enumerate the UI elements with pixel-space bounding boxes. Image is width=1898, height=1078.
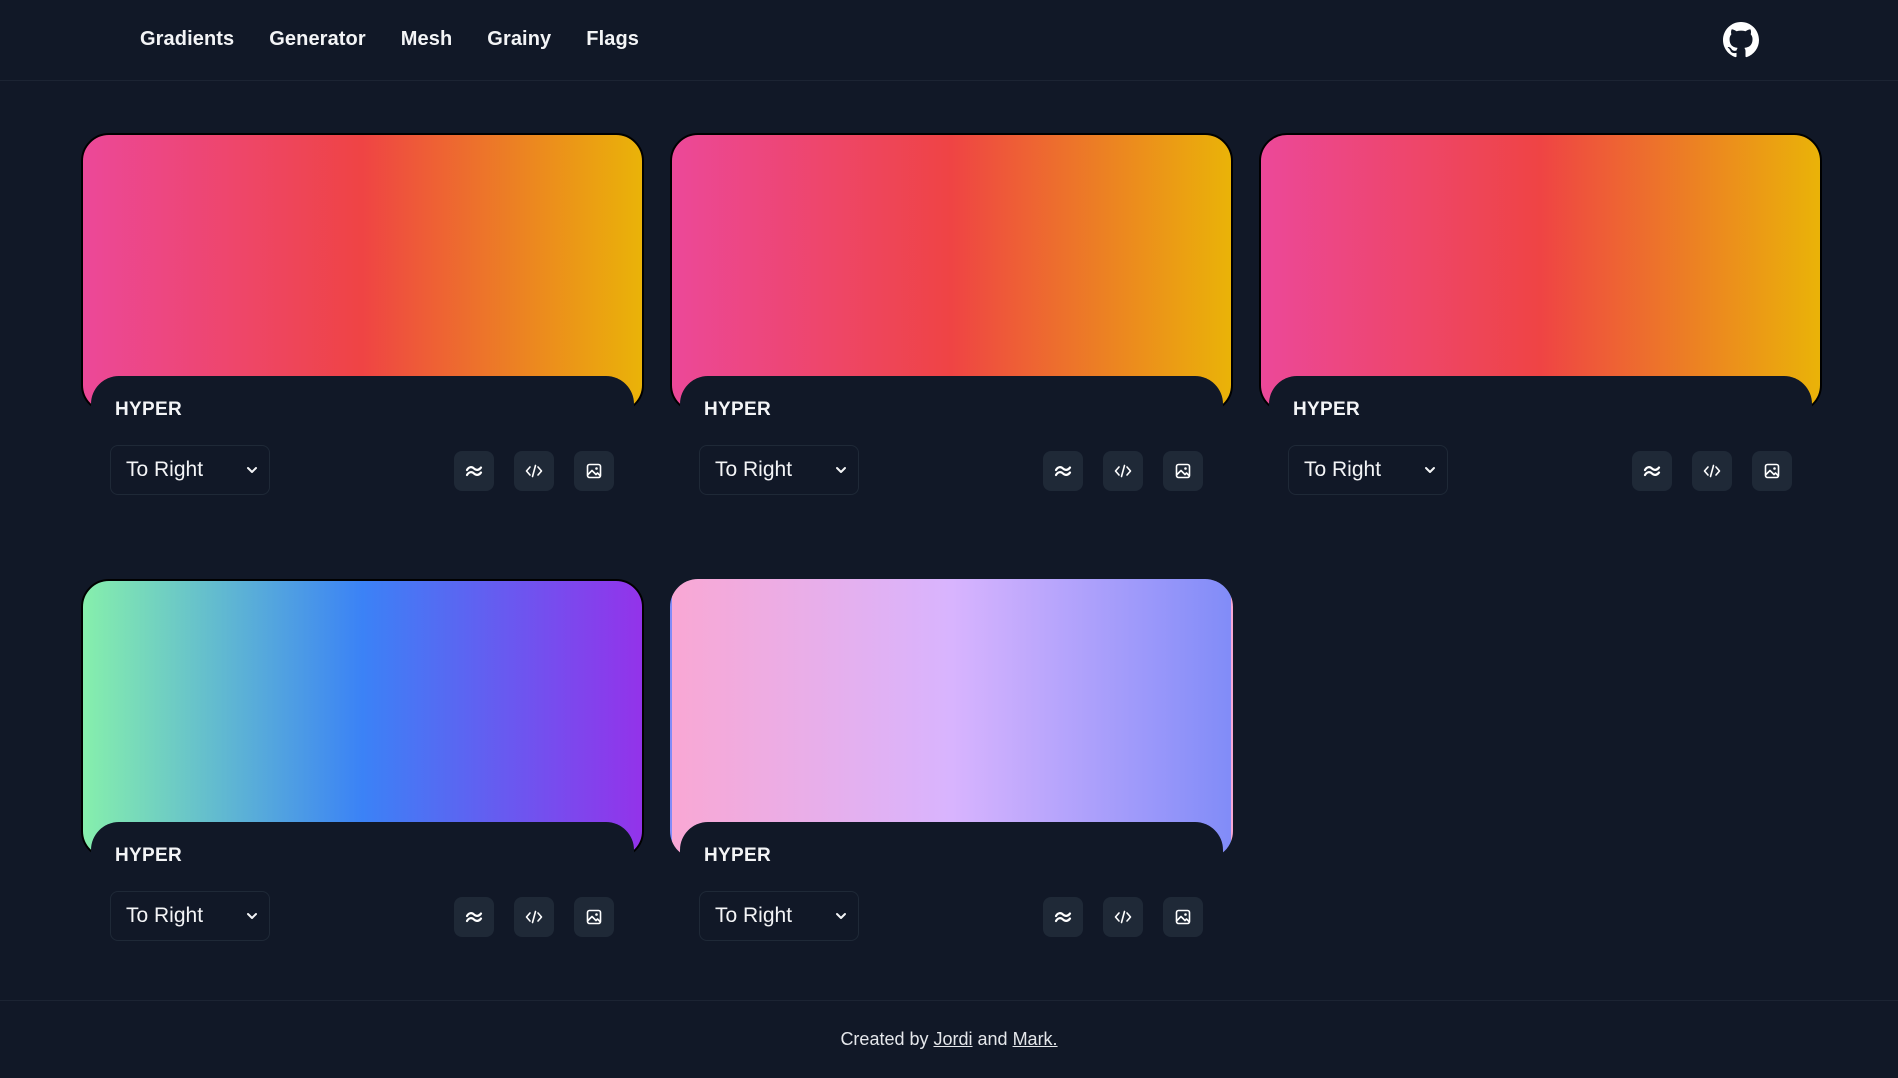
- code-icon: [525, 910, 543, 924]
- gradient-preview[interactable]: [1259, 133, 1822, 413]
- copy-tailwind-button[interactable]: [1043, 897, 1083, 937]
- nav-generator-link[interactable]: Generator: [269, 28, 366, 51]
- direction-value: To Right: [715, 458, 793, 481]
- gradient-card: HYPER To Right: [670, 579, 1233, 941]
- code-icon: [1114, 464, 1132, 478]
- download-image-button[interactable]: [574, 897, 614, 937]
- gradient-card: HYPER To Right: [1259, 133, 1822, 495]
- image-icon: [586, 463, 602, 479]
- copy-tailwind-button[interactable]: [454, 451, 494, 491]
- chevron-down-icon: [247, 913, 257, 919]
- chevron-down-icon: [836, 913, 846, 919]
- image-icon: [1175, 463, 1191, 479]
- tailwind-icon: [1643, 466, 1661, 477]
- gradient-preview[interactable]: [670, 133, 1233, 413]
- chevron-down-icon: [247, 467, 257, 473]
- gradient-card: HYPER To Right: [81, 579, 644, 941]
- gradient-preview[interactable]: [81, 133, 644, 413]
- nav-gradients-link[interactable]: Gradients: [140, 28, 234, 51]
- copy-css-button[interactable]: [514, 451, 554, 491]
- footer-and: and: [972, 1029, 1013, 1049]
- nav-mesh-link[interactable]: Mesh: [401, 28, 453, 51]
- download-image-button[interactable]: [1163, 451, 1203, 491]
- main-nav: Gradients Generator Mesh Grainy Flags: [140, 28, 639, 51]
- direction-select[interactable]: To Right: [699, 891, 859, 941]
- top-navbar: Gradients Generator Mesh Grainy Flags: [0, 0, 1898, 81]
- github-icon[interactable]: [1723, 22, 1759, 58]
- direction-select[interactable]: To Right: [1288, 445, 1448, 495]
- card-actions: [1043, 897, 1203, 937]
- gradient-title: HYPER: [704, 399, 771, 420]
- card-panel: HYPER To Right: [680, 822, 1223, 941]
- author-mark-link[interactable]: Mark.: [1013, 1029, 1058, 1050]
- gradient-preview[interactable]: [81, 579, 644, 859]
- card-actions: [1632, 451, 1792, 491]
- gradient-title: HYPER: [115, 399, 182, 420]
- copy-css-button[interactable]: [514, 897, 554, 937]
- image-icon: [586, 909, 602, 925]
- nav-flags-link[interactable]: Flags: [586, 28, 639, 51]
- footer-prefix: Created by: [840, 1029, 934, 1049]
- card-panel: HYPER To Right: [1269, 376, 1812, 495]
- copy-tailwind-button[interactable]: [1043, 451, 1083, 491]
- code-icon: [525, 464, 543, 478]
- copy-tailwind-button[interactable]: [1632, 451, 1672, 491]
- copy-css-button[interactable]: [1692, 451, 1732, 491]
- download-image-button[interactable]: [1752, 451, 1792, 491]
- card-actions: [454, 897, 614, 937]
- direction-value: To Right: [126, 904, 204, 927]
- code-icon: [1703, 464, 1721, 478]
- card-actions: [1043, 451, 1203, 491]
- gradient-preview[interactable]: [670, 579, 1233, 859]
- card-panel: HYPER To Right: [680, 376, 1223, 495]
- direction-select[interactable]: To Right: [110, 891, 270, 941]
- direction-select[interactable]: To Right: [699, 445, 859, 495]
- copy-tailwind-button[interactable]: [454, 897, 494, 937]
- image-icon: [1175, 909, 1191, 925]
- chevron-down-icon: [1425, 467, 1435, 473]
- card-panel: HYPER To Right: [91, 376, 634, 495]
- tailwind-icon: [1054, 912, 1072, 923]
- tailwind-icon: [465, 466, 483, 477]
- tailwind-icon: [1054, 466, 1072, 477]
- code-icon: [1114, 910, 1132, 924]
- direction-value: To Right: [126, 458, 204, 481]
- gradient-card: HYPER To Right: [81, 133, 644, 495]
- nav-grainy-link[interactable]: Grainy: [487, 28, 551, 51]
- gradient-title: HYPER: [1293, 399, 1360, 420]
- footer: Created by Jordi and Mark.: [0, 1000, 1898, 1078]
- card-actions: [454, 451, 614, 491]
- direction-value: To Right: [1304, 458, 1382, 481]
- copy-css-button[interactable]: [1103, 451, 1143, 491]
- author-jordi-link[interactable]: Jordi: [934, 1029, 973, 1050]
- download-image-button[interactable]: [1163, 897, 1203, 937]
- download-image-button[interactable]: [574, 451, 614, 491]
- chevron-down-icon: [836, 467, 846, 473]
- tailwind-icon: [465, 912, 483, 923]
- gradient-card: HYPER To Right: [670, 133, 1233, 495]
- gradient-title: HYPER: [115, 845, 182, 866]
- card-panel: HYPER To Right: [91, 822, 634, 941]
- direction-value: To Right: [715, 904, 793, 927]
- copy-css-button[interactable]: [1103, 897, 1143, 937]
- gradient-title: HYPER: [704, 845, 771, 866]
- direction-select[interactable]: To Right: [110, 445, 270, 495]
- image-icon: [1764, 463, 1780, 479]
